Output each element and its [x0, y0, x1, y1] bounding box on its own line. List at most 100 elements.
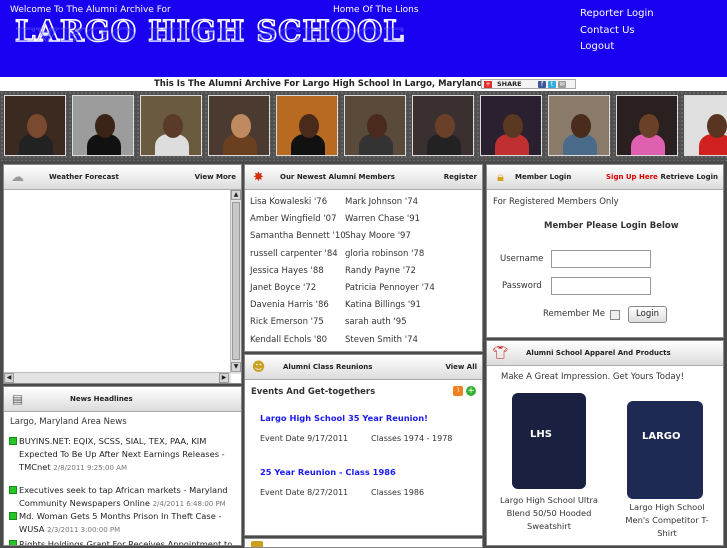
alumni-photo-10[interactable]: [616, 95, 678, 156]
alumni-photo-3[interactable]: [140, 95, 202, 156]
password-input[interactable]: [551, 277, 651, 295]
site-header: Welcome To The Alumni Archive For Home O…: [0, 0, 727, 77]
event-title[interactable]: Largo High School 35 Year Reunion!: [260, 413, 428, 423]
add-event-icon[interactable]: +: [466, 386, 476, 396]
share-button[interactable]: + SHARE f t ✉: [481, 79, 576, 89]
weather-vertical-scrollbar[interactable]: ▲ ▼: [230, 190, 241, 374]
scroll-left-icon[interactable]: ◀: [4, 373, 14, 383]
reporter-login-link[interactable]: Reporter Login: [580, 6, 654, 23]
hoodie-image[interactable]: LHS: [512, 393, 586, 489]
news-item[interactable]: Md. Woman Gets 5 Months Prison In Theft …: [9, 510, 240, 537]
login-title: Member Login: [515, 173, 572, 181]
event-title[interactable]: 25 Year Reunion - Class 1986: [260, 467, 396, 477]
login-note: For Registered Members Only: [493, 197, 619, 207]
password-label: Password: [502, 281, 542, 291]
news-item[interactable]: BUYINS.NET: EQIX, SCSS, SIAL, TEX, PAA, …: [9, 435, 240, 475]
event-date: Event Date 9/17/2011: [260, 434, 349, 443]
share-plus-icon: +: [484, 81, 492, 88]
remember-me-label: Remember Me: [543, 309, 605, 319]
member-name[interactable]: Mark Johnson '74: [345, 197, 418, 207]
member-name[interactable]: Janet Boyce '72: [250, 283, 316, 293]
apparel-header: 👕︎ Alumni School Apparel And Products: [487, 341, 723, 366]
sign-up-link[interactable]: Sign Up Here: [606, 165, 658, 190]
apparel-title: Alumni School Apparel And Products: [526, 349, 671, 357]
reunions-title: Alumni Class Reunions: [283, 363, 373, 371]
photo-face: [27, 114, 47, 138]
member-name[interactable]: russell carpenter '84: [250, 249, 338, 259]
photo-face: [435, 114, 455, 138]
member-name[interactable]: Samantha Bennett '10: [250, 231, 346, 241]
logout-link[interactable]: Logout: [580, 39, 654, 56]
weather-title: Weather Forecast: [49, 173, 119, 181]
member-name[interactable]: Warren Chase '91: [345, 214, 420, 224]
hoodie-product-name[interactable]: Largo High School Ultra Blend 50/50 Hood…: [499, 494, 599, 533]
member-name[interactable]: Shay Moore '97: [345, 231, 411, 241]
remember-me-checkbox[interactable]: [610, 310, 620, 320]
alumni-photo-6[interactable]: [344, 95, 406, 156]
member-name[interactable]: Davenia Harris '86: [250, 300, 329, 310]
alumni-photo-8[interactable]: [480, 95, 542, 156]
news-date: 2/8/2011 9:25:00 AM: [53, 464, 127, 472]
member-name[interactable]: Jessica Hayes '88: [250, 266, 324, 276]
member-name[interactable]: Patricia Pennoyer '74: [345, 283, 435, 293]
alumni-photo-9[interactable]: [548, 95, 610, 156]
reunions-subtitle: Events And Get-togethers: [251, 387, 376, 397]
member-name[interactable]: gloria robinson '78: [345, 249, 424, 259]
scroll-up-icon[interactable]: ▲: [231, 190, 241, 200]
news-bullet-icon: [9, 512, 17, 520]
rss-icon[interactable]: ): [453, 386, 463, 396]
scroll-thumb[interactable]: [232, 202, 240, 360]
alumni-photo-1[interactable]: [4, 95, 66, 156]
email-icon[interactable]: ✉: [558, 81, 566, 88]
username-input[interactable]: [551, 250, 651, 268]
member-name[interactable]: Amber Wingfield '07: [250, 214, 336, 224]
alumni-photo-strip: [0, 91, 727, 161]
member-name[interactable]: Lisa Kowaleski '76: [250, 197, 327, 207]
news-item[interactable]: Executives seek to tap African markets -…: [9, 484, 240, 511]
padlock-icon: 🔒︎: [497, 170, 504, 185]
news-bullet-icon: [9, 486, 17, 494]
weather-header: ☁ Weather Forecast View More: [4, 165, 241, 190]
alumni-photo-4[interactable]: [208, 95, 270, 156]
weather-cloud-icon: ☁: [11, 170, 24, 185]
member-name[interactable]: Rick Emerson '75: [250, 317, 324, 327]
news-bullet-icon: [9, 437, 17, 445]
tagline-bar: This Is The Alumni Archive For Largo Hig…: [0, 77, 727, 91]
twitter-icon[interactable]: t: [548, 81, 556, 88]
alumni-photo-2[interactable]: [72, 95, 134, 156]
facebook-icon[interactable]: f: [538, 81, 546, 88]
member-name[interactable]: Katina Billings '91: [345, 300, 421, 310]
scroll-down-icon[interactable]: ▼: [231, 362, 241, 372]
photo-face: [639, 114, 659, 138]
tshirt-product-name[interactable]: Largo High School Men's Competitor T-Shi…: [617, 501, 717, 540]
retrieve-login-link[interactable]: Retrieve Login: [661, 165, 719, 190]
weather-panel: ☁ Weather Forecast View More ▲ ▼ ◀ ▶: [3, 164, 242, 384]
photo-face: [503, 114, 523, 138]
username-label: Username: [500, 254, 544, 264]
member-name[interactable]: sarah auth '95: [345, 317, 407, 327]
newspaper-icon: ▤: [11, 392, 24, 406]
header-links: Reporter Login Contact Us Logout: [580, 6, 654, 56]
event-date: Event Date 8/27/2011: [260, 488, 349, 497]
apparel-tagline: Make A Great Impression. Get Yours Today…: [501, 372, 685, 382]
member-name[interactable]: Kendall Echols '80: [250, 335, 327, 345]
alumni-photo-7[interactable]: [412, 95, 474, 156]
news-date: 2/3/2011 3:00:00 PM: [47, 526, 121, 534]
alumni-photo-5[interactable]: [276, 95, 338, 156]
scroll-right-icon[interactable]: ▶: [219, 373, 229, 383]
apparel-panel: 👕︎ Alumni School Apparel And Products Ma…: [486, 340, 724, 546]
event-classes: Classes 1974 - 1978: [371, 434, 453, 443]
weather-horizontal-scrollbar[interactable]: ◀ ▶: [4, 372, 231, 383]
member-name[interactable]: Randy Payne '72: [345, 266, 416, 276]
login-button[interactable]: Login: [628, 306, 667, 323]
reunions-panel: ☻ Alumni Class Reunions View All Events …: [244, 354, 483, 536]
alumni-photo-11[interactable]: [684, 95, 727, 156]
members-header: ✸ Our Newest Alumni Members Register: [245, 165, 482, 190]
contact-us-link[interactable]: Contact Us: [580, 23, 654, 40]
member-name[interactable]: Steven Smith '74: [345, 335, 418, 345]
view-all-link[interactable]: View All: [445, 355, 477, 380]
weather-view-more-link[interactable]: View More: [195, 165, 236, 190]
tshirt-image[interactable]: LARGO: [627, 401, 703, 499]
photo-face: [299, 114, 319, 138]
register-link[interactable]: Register: [444, 165, 477, 190]
